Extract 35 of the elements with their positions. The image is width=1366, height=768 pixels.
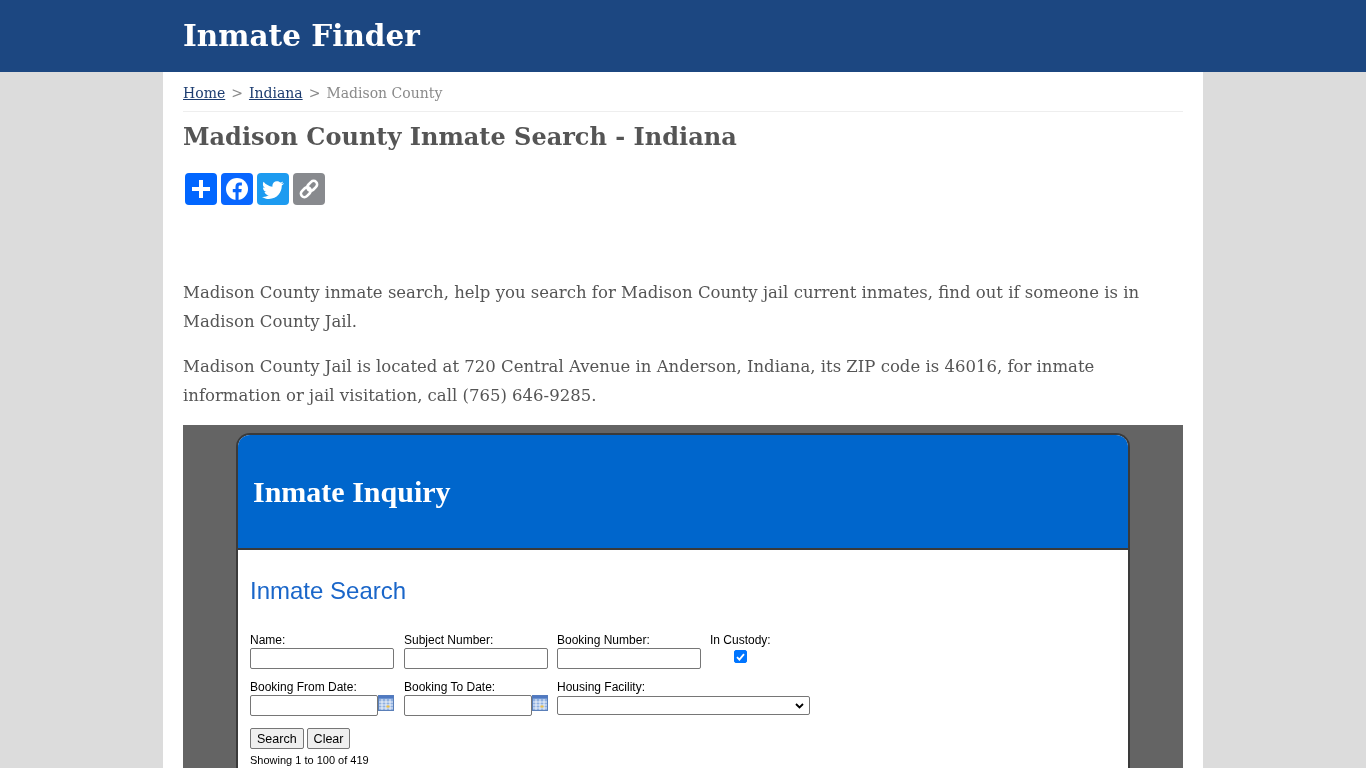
form-button[interactable]: Search: [250, 728, 304, 749]
field-label: Booking To Date:: [404, 680, 496, 694]
breadcrumb-link[interactable]: Indiana: [248, 83, 303, 103]
field-label: In Custody:: [710, 633, 771, 647]
plus-icon[interactable]: [185, 173, 217, 205]
section-title: Inmate Search: [250, 577, 408, 605]
field-label: Subject Number:: [404, 633, 494, 647]
breadcrumb-separator: >: [231, 84, 243, 103]
facebook-icon[interactable]: [221, 173, 253, 205]
site-title[interactable]: Inmate Finder: [183, 18, 420, 54]
field-label: Booking From Date:: [250, 680, 357, 694]
input-field[interactable]: [404, 648, 548, 669]
chevron-down-icon: [795, 702, 804, 709]
bird-icon[interactable]: [257, 173, 289, 205]
checkbox[interactable]: [733, 650, 747, 663]
breadcrumb-link[interactable]: Home: [183, 83, 226, 103]
input-field[interactable]: [250, 648, 394, 669]
page-title: Madison County Inmate Search - Indiana: [183, 122, 738, 152]
calendar-icon[interactable]: [378, 695, 394, 711]
field-label: Housing Facility:: [557, 680, 646, 694]
breadcrumb-separator: >: [308, 84, 321, 103]
date-input-field[interactable]: [250, 695, 378, 716]
window-title: Inmate Inquiry: [253, 474, 451, 509]
field-label: Name:: [250, 633, 286, 647]
form-button[interactable]: Clear: [306, 728, 351, 749]
date-input-field[interactable]: [404, 695, 532, 716]
breadcrumb-current: Madison County: [326, 84, 443, 103]
calendar-icon[interactable]: [532, 695, 548, 711]
result-count: Showing 1 to 100 of 419: [250, 754, 370, 767]
dropdown-select[interactable]: [557, 696, 810, 715]
field-label: Booking Number:: [557, 633, 650, 647]
paragraph: Madison County inmate search, help you search for Madison County jail current inmates, find out if someone is in Madison County Jail.: [183, 282, 1141, 333]
chain-link-icon[interactable]: [293, 173, 325, 205]
paragraph: Madison County Jail is located at 720 Central Avenue in Anderson, Indiana, its ZIP code is 46016, for inmate information or jail visitation, call (765) 646-9285.: [183, 356, 1096, 407]
input-field[interactable]: [557, 648, 701, 669]
